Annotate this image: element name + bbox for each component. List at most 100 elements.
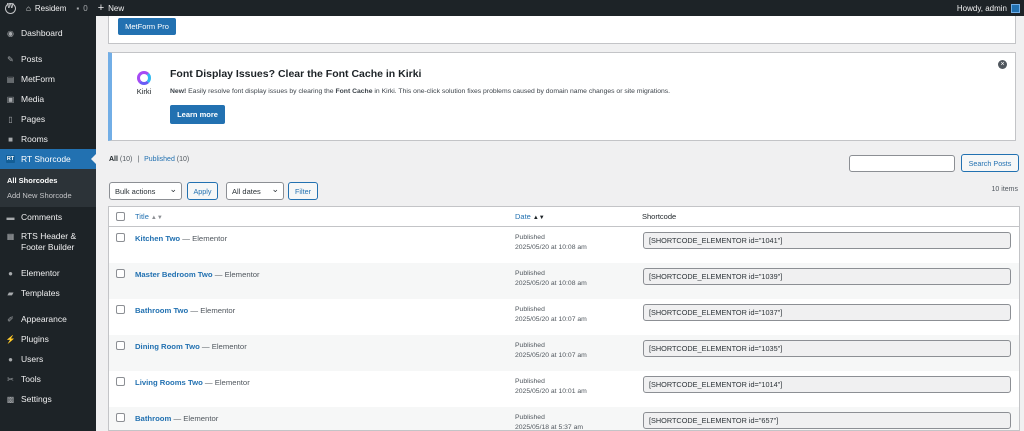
home-icon: ⌂ (26, 3, 31, 13)
row-checkbox[interactable] (116, 377, 125, 386)
filter-button[interactable]: Filter (288, 182, 318, 200)
submenu-all-shorcodes[interactable]: All Shorcodes (0, 173, 96, 188)
dismiss-icon[interactable]: × (998, 60, 1007, 69)
row-checkbox[interactable] (116, 305, 125, 314)
sidebar-item-pages[interactable]: ▯ Pages (0, 109, 96, 129)
row-checkbox[interactable] (116, 413, 125, 422)
plus-icon: + (97, 2, 105, 14)
sidebar-item-elementor[interactable]: ● Elementor (0, 263, 96, 283)
sidebar-item-label: RTS Header & Footer Builder (21, 231, 77, 252)
view-published-count: (10) (176, 156, 190, 163)
kirki-notice-title: Font Display Issues? Clear the Font Cach… (170, 68, 422, 80)
sidebar-item-users[interactable]: ● Users (0, 349, 96, 369)
sidebar-item-label: Dashboard (21, 28, 63, 38)
row-date: Published 2025/05/18 at 5:37 am (515, 413, 584, 431)
shortcode-field[interactable]: [SHORTCODE_ELEMENTOR id="1014"] (643, 376, 1011, 393)
row-title-link[interactable]: Bathroom Two (135, 306, 188, 315)
learn-more-button[interactable]: Learn more (170, 105, 225, 124)
row-title: Master Bedroom Two — Elementor (135, 270, 260, 279)
shortcode-column-header: Shortcode (642, 212, 677, 221)
sidebar-item-media[interactable]: ▣ Media (0, 89, 96, 109)
site-name-menu[interactable]: ⌂ Residem (21, 0, 71, 16)
sort-desc-icon: ▲▼ (532, 215, 545, 221)
dashboard-icon: ◉ (7, 28, 14, 38)
elementor-icon: ● (8, 268, 13, 278)
user-icon: ● (8, 354, 13, 364)
row-title: Kitchen Two — Elementor (135, 234, 227, 243)
comment-icon: ▬ (6, 212, 15, 222)
row-title-link[interactable]: Dining Room Two (135, 342, 200, 351)
row-title: Dining Room Two — Elementor (135, 342, 247, 351)
row-date-value: 2025/05/20 at 10:07 am (515, 316, 587, 323)
sidebar-item-metform[interactable]: ▤ MetForm (0, 69, 96, 89)
pin-icon: ✎ (7, 54, 14, 64)
table-row: Bathroom — Elementor Published 2025/05/18… (109, 407, 1019, 431)
view-published[interactable]: Published (144, 156, 175, 163)
row-status: Published (515, 270, 545, 277)
main-content: MetForm Pro Kirki Font Display Issues? C… (96, 16, 1024, 431)
howdy-text: Howdy, admin (956, 3, 1007, 13)
sidebar-item-comments[interactable]: ▬ Comments (0, 207, 96, 227)
row-checkbox[interactable] (116, 269, 125, 278)
title-header-label: Title (135, 212, 149, 221)
view-all[interactable]: All (109, 156, 118, 163)
metform-pro-button[interactable]: MetForm Pro (118, 18, 176, 35)
view-all-count: (10) (119, 156, 133, 163)
row-checkbox[interactable] (116, 233, 125, 242)
shortcode-field[interactable]: [SHORTCODE_ELEMENTOR id="1039"] (643, 268, 1011, 285)
sidebar-item-posts[interactable]: ✎ Posts (0, 49, 96, 69)
shortcode-field[interactable]: [SHORTCODE_ELEMENTOR id="1037"] (643, 304, 1011, 321)
sidebar-item-dashboard[interactable]: ◉ Dashboard (0, 23, 96, 43)
row-date-value: 2025/05/18 at 5:37 am (515, 424, 584, 431)
my-account-menu[interactable]: Howdy, admin (956, 3, 1024, 13)
row-title-link[interactable]: Living Rooms Two (135, 378, 203, 387)
row-checkbox[interactable] (116, 341, 125, 350)
row-date-value: 2025/05/20 at 10:07 am (515, 352, 587, 359)
row-title-link[interactable]: Kitchen Two (135, 234, 180, 243)
shortcode-field[interactable]: [SHORTCODE_ELEMENTOR id="657"] (643, 412, 1011, 429)
shortcode-field[interactable]: [SHORTCODE_ELEMENTOR id="1041"] (643, 232, 1011, 249)
row-date: Published 2025/05/20 at 10:07 am (515, 341, 587, 361)
new-content-menu[interactable]: + New (93, 0, 129, 16)
builder-icon: ▦ (6, 232, 15, 241)
sidebar-item-tools[interactable]: ✂ Tools (0, 369, 96, 389)
row-title: Bathroom Two — Elementor (135, 306, 235, 315)
wp-logo-menu[interactable] (0, 0, 21, 16)
sidebar-item-label: Appearance (21, 314, 67, 324)
sidebar-item-templates[interactable]: ▰ Templates (0, 283, 96, 303)
bulk-actions-select[interactable]: Bulk actions (109, 182, 182, 200)
row-date: Published 2025/05/20 at 10:08 am (515, 233, 587, 253)
search-input[interactable] (849, 155, 955, 172)
title-column-header[interactable]: Title ▲▼ (135, 212, 163, 221)
row-title-link[interactable]: Bathroom (135, 414, 171, 423)
row-status: Published (515, 306, 545, 313)
row-title-link[interactable]: Master Bedroom Two (135, 270, 213, 279)
search-posts-button[interactable]: Search Posts (961, 154, 1019, 172)
submenu-add-new-shorcode[interactable]: Add New Shorcode (0, 188, 96, 203)
row-date-value: 2025/05/20 at 10:08 am (515, 280, 587, 287)
sidebar-item-label: Elementor (21, 268, 60, 278)
select-all-checkbox[interactable] (116, 212, 125, 221)
sidebar-item-plugins[interactable]: ⚡ Plugins (0, 329, 96, 349)
comments-menu[interactable]: ▪ 0 (71, 0, 92, 16)
shortcode-field[interactable]: [SHORTCODE_ELEMENTOR id="1035"] (643, 340, 1011, 357)
row-status: Published (515, 414, 545, 421)
sidebar-item-settings[interactable]: ▩ Settings (0, 389, 96, 409)
row-date: Published 2025/05/20 at 10:01 am (515, 377, 587, 397)
rt-icon: RT (5, 155, 16, 164)
dates-filter-select[interactable]: All dates (226, 182, 284, 200)
table-row: Bathroom Two — Elementor Published 2025/0… (109, 299, 1019, 335)
sidebar-item-rooms[interactable]: ■ Rooms (0, 129, 96, 149)
date-column-header[interactable]: Date ▲▼ (515, 212, 545, 221)
sidebar-item-rt-shorcode[interactable]: RT RT Shorcode (0, 149, 96, 169)
apply-button[interactable]: Apply (187, 182, 218, 200)
form-icon: ▤ (6, 74, 15, 84)
row-status: Published (515, 234, 545, 241)
rooms-icon: ■ (8, 134, 13, 144)
kirki-notice-body: New! Easily resolve font display issues … (170, 88, 670, 95)
sidebar-item-rts-header-footer[interactable]: ▦ RTS Header & Footer Builder (0, 227, 96, 257)
sidebar-item-appearance[interactable]: ✐ Appearance (0, 309, 96, 329)
row-title-suffix: — Elementor (188, 306, 236, 315)
row-title-suffix: — Elementor (212, 270, 260, 279)
kirki-body-part: Easily resolve font display issues by cl… (186, 88, 336, 95)
